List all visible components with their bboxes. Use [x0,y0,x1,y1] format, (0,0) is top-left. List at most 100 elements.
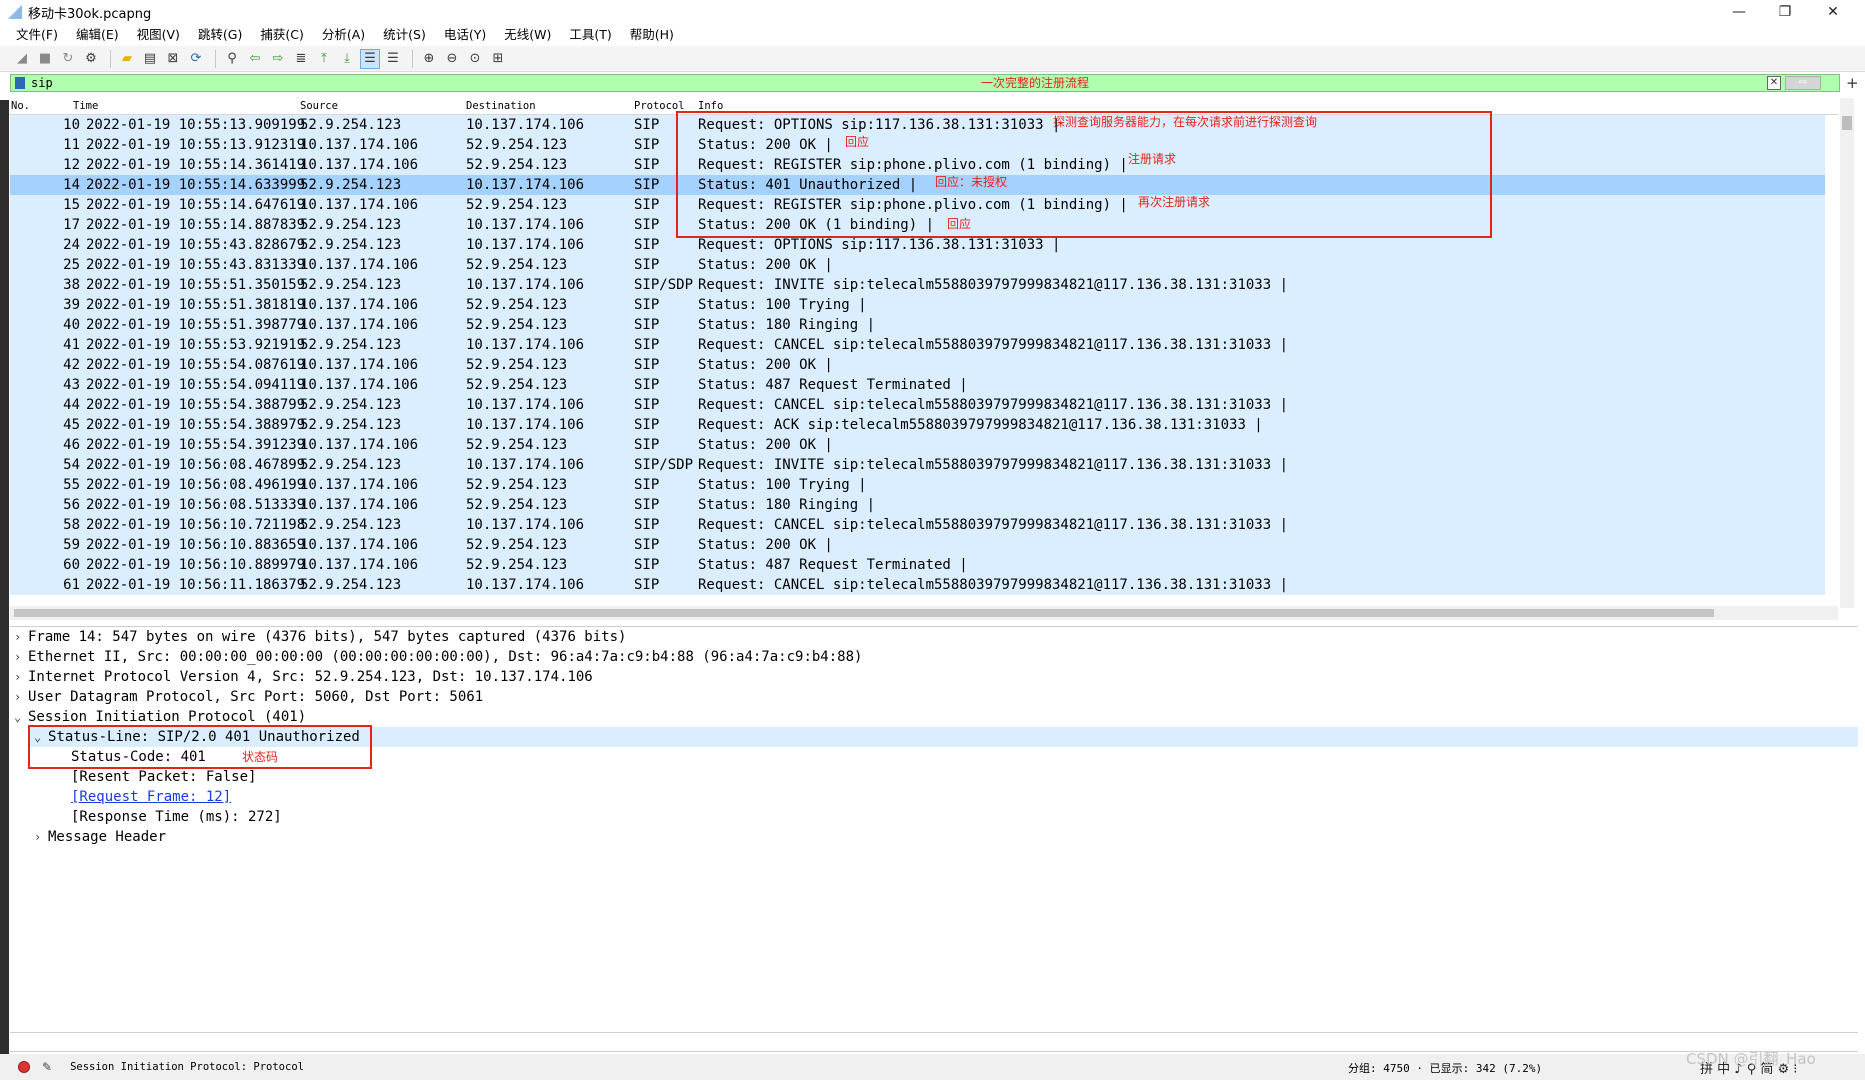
start-capture-icon[interactable]: ◢ [12,49,32,69]
menu-file[interactable]: 文件(F) [0,24,67,46]
packet-destination: 10.137.174.106 [466,177,585,193]
chevron-right-icon[interactable]: › [14,627,28,647]
packet-protocol: SIP [634,357,660,373]
chevron-right-icon[interactable]: › [14,687,28,707]
menu-telephony[interactable]: 电话(Y) [435,24,495,46]
zoom-in-icon[interactable]: ⊕ [419,49,439,69]
packet-row[interactable]: 44 2022-01-19 10:55:54.388799 52.9.254.123… [10,395,1825,415]
packet-row[interactable]: 59 2022-01-19 10:56:10.883659 10.137.174.1… [10,535,1825,555]
go-back-icon[interactable]: ⇦ [245,49,265,69]
packet-list-hscrollbar[interactable] [10,606,1838,620]
packet-time: 2022-01-19 10:55:54.391239 [86,437,306,453]
packet-row[interactable]: 38 2022-01-19 10:55:51.350159 52.9.254.123… [10,275,1825,295]
packet-row[interactable]: 41 2022-01-19 10:55:53.921919 52.9.254.123… [10,335,1825,355]
go-forward-icon[interactable]: ⇨ [268,49,288,69]
packet-list-vscrollbar[interactable] [1840,98,1854,608]
add-filter-button[interactable]: + [1846,74,1859,92]
menu-analyze[interactable]: 分析(A) [313,24,374,46]
menu-help[interactable]: 帮助(H) [621,24,683,46]
clear-filter-icon[interactable]: ✕ [1767,76,1781,90]
packet-source: 10.137.174.106 [300,437,419,453]
tree-item-message-header[interactable]: › Message Header [34,827,166,847]
stop-capture-icon[interactable]: ■ [35,49,55,69]
menu-view[interactable]: 视图(V) [128,24,189,46]
packet-row[interactable]: 60 2022-01-19 10:56:10.889979 10.137.174.1… [10,555,1825,575]
menu-statistics[interactable]: 统计(S) [374,24,435,46]
zoom-normal-icon[interactable]: ⊙ [465,49,485,69]
capture-options-icon[interactable]: ⚙ [81,49,101,69]
chevron-right-icon[interactable]: › [14,647,28,667]
packet-bytes-pane [10,1032,1858,1052]
tree-item-resent[interactable]: [Resent Packet: False] [71,767,256,787]
packet-destination: 10.137.174.106 [466,417,585,433]
packet-row[interactable]: 24 2022-01-19 10:55:43.828679 52.9.254.123… [10,235,1825,255]
packet-source: 52.9.254.123 [300,457,402,473]
menu-bar: 文件(F) 编辑(E) 视图(V) 跳转(G) 捕获(C) 分析(A) 统计(S… [0,24,1865,46]
left-edge [0,100,9,1060]
display-filter-input[interactable] [31,76,931,90]
packet-row[interactable]: 61 2022-01-19 10:56:11.186379 52.9.254.123… [10,575,1825,595]
tree-item-udp[interactable]: › User Datagram Protocol, Src Port: 5060,… [14,687,483,707]
tree-item-sip[interactable]: ⌄ Session Initiation Protocol (401) [14,707,306,727]
restore-button[interactable]: ❐ [1762,0,1808,24]
packet-no: 43 [63,377,80,393]
tree-item-ethernet[interactable]: › Ethernet II, Src: 00:00:00_00:00:00 (00… [14,647,862,667]
packet-time: 2022-01-19 10:56:08.496199 [86,477,306,493]
save-file-icon[interactable]: ▤ [140,49,160,69]
chevron-right-icon[interactable]: › [34,827,48,847]
menu-wireless[interactable]: 无线(W) [495,24,560,46]
restart-capture-icon[interactable]: ↻ [58,49,78,69]
close-button[interactable]: ✕ [1810,0,1856,24]
menu-edit[interactable]: 编辑(E) [67,24,128,46]
column-header-source[interactable]: Source [300,100,338,112]
edit-comment-icon[interactable]: ✎ [42,1060,52,1074]
tree-item-label: Message Header [48,829,167,845]
autoscroll-icon[interactable]: ☰ [360,48,380,69]
column-header-destination[interactable]: Destination [466,100,536,112]
scrollbar-thumb[interactable] [1842,116,1852,130]
menu-go[interactable]: 跳转(G) [189,24,251,46]
menu-tools[interactable]: 工具(T) [560,24,620,46]
resize-columns-icon[interactable]: ⊞ [488,49,508,69]
chevron-right-icon[interactable]: › [14,667,28,687]
colorize-icon[interactable]: ☰ [383,49,403,69]
packet-row[interactable]: 46 2022-01-19 10:55:54.391239 10.137.174.1… [10,435,1825,455]
chevron-down-icon[interactable]: ⌄ [14,707,28,727]
packet-source: 52.9.254.123 [300,237,402,253]
reload-file-icon[interactable]: ⟳ [186,49,206,69]
go-last-icon[interactable]: ⤓ [337,49,357,69]
tree-item-response-time[interactable]: [Response Time (ms): 272] [71,807,282,827]
packet-row[interactable]: 42 2022-01-19 10:55:54.087619 10.137.174.1… [10,355,1825,375]
packet-row[interactable]: 54 2022-01-19 10:56:08.467899 52.9.254.123… [10,455,1825,475]
go-to-packet-icon[interactable]: ≣ [291,49,311,69]
packet-row[interactable]: 25 2022-01-19 10:55:43.831339 10.137.174.1… [10,255,1825,275]
tree-item-ip[interactable]: › Internet Protocol Version 4, Src: 52.9.… [14,667,593,687]
packet-row[interactable]: 40 2022-01-19 10:55:51.398779 10.137.174.1… [10,315,1825,335]
column-header-no[interactable]: No. [11,100,30,112]
apply-filter-button[interactable]: ⇨ [1785,76,1821,90]
expert-info-icon[interactable] [18,1061,30,1073]
tree-item-frame[interactable]: › Frame 14: 547 bytes on wire (4376 bits)… [14,627,626,647]
menu-capture[interactable]: 捕获(C) [251,24,312,46]
packet-time: 2022-01-19 10:56:08.467899 [86,457,306,473]
scrollbar-thumb[interactable] [14,609,1714,617]
go-first-icon[interactable]: ⤒ [314,49,334,69]
bookmark-icon[interactable] [15,77,25,89]
zoom-out-icon[interactable]: ⊖ [442,49,462,69]
find-packet-icon[interactable]: ⚲ [222,49,242,69]
packet-protocol: SIP [634,217,660,233]
open-file-icon[interactable]: ▰ [117,49,137,69]
column-header-time[interactable]: Time [73,100,98,112]
tree-item-request-frame[interactable]: [Request Frame: 12] [71,787,231,807]
close-file-icon[interactable]: ⊠ [163,49,183,69]
packet-row[interactable]: 55 2022-01-19 10:56:08.496199 10.137.174.1… [10,475,1825,495]
minimize-button[interactable]: — [1716,0,1762,24]
packet-row[interactable]: 58 2022-01-19 10:56:10.721198 52.9.254.123… [10,515,1825,535]
packet-protocol: SIP [634,197,660,213]
packet-destination: 52.9.254.123 [466,357,568,373]
packet-row[interactable]: 56 2022-01-19 10:56:08.513339 10.137.174.1… [10,495,1825,515]
packet-row[interactable]: 43 2022-01-19 10:55:54.094119 10.137.174.1… [10,375,1825,395]
packet-row[interactable]: 45 2022-01-19 10:55:54.388979 52.9.254.123… [10,415,1825,435]
packet-row[interactable]: 39 2022-01-19 10:55:51.381819 10.137.174.1… [10,295,1825,315]
request-frame-link[interactable]: [Request Frame: 12] [71,789,231,805]
